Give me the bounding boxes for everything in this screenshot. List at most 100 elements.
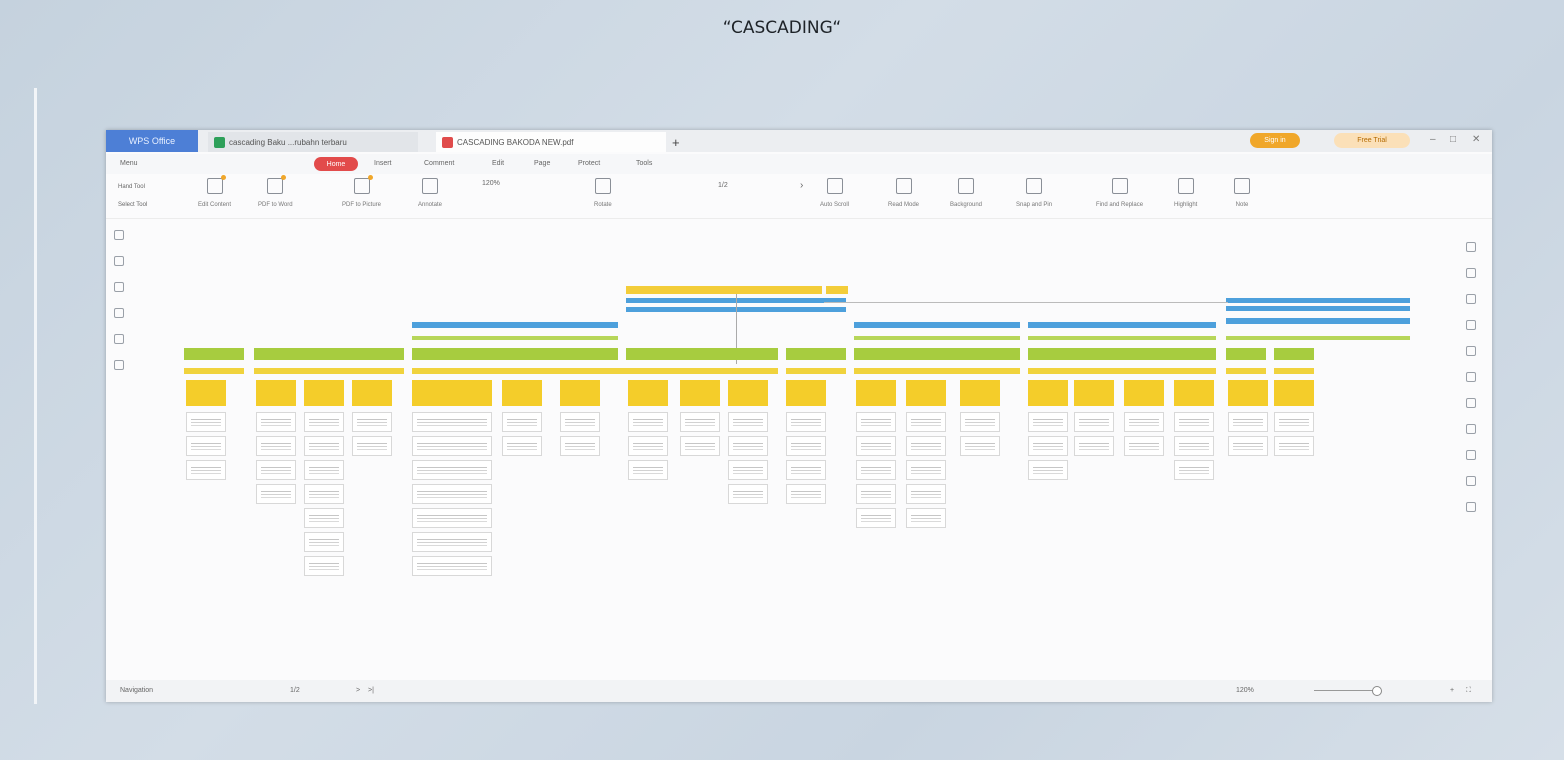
- snap-icon: [1026, 178, 1043, 194]
- diagram-cell: [680, 412, 720, 432]
- diagram-cell: [1274, 436, 1314, 456]
- diagram-box: [1028, 380, 1068, 406]
- menu-item-comment[interactable]: Comment: [424, 160, 454, 167]
- status-zoom[interactable]: 120%: [1236, 687, 1254, 694]
- edit-icon: [206, 175, 226, 194]
- hand-tool-button[interactable]: Hand Tool: [118, 184, 145, 190]
- bookmark-icon[interactable]: [114, 230, 124, 240]
- annotate-icon: [422, 178, 439, 194]
- next-page-icon[interactable]: ›: [800, 180, 803, 191]
- menu-item-page[interactable]: Page: [534, 160, 550, 167]
- share-icon[interactable]: [1466, 424, 1476, 434]
- crop-icon[interactable]: [1466, 346, 1476, 356]
- auto-scroll-button[interactable]: Auto Scroll: [820, 178, 849, 208]
- free-trial-button[interactable]: Free Trial: [1334, 133, 1410, 148]
- diagram-cell: [786, 460, 826, 480]
- page-indicator[interactable]: 1/2: [290, 687, 300, 694]
- diagram-box: [1274, 380, 1314, 406]
- diagram-top-bar: [826, 286, 848, 294]
- property-icon[interactable]: [1466, 242, 1476, 252]
- background-button[interactable]: Background: [950, 178, 982, 208]
- diagram-bar: [1226, 298, 1410, 303]
- zoom-value[interactable]: 120%: [482, 180, 500, 187]
- sign-icon[interactable]: [1466, 372, 1476, 382]
- last-page-icon[interactable]: >|: [368, 687, 374, 694]
- translate-icon[interactable]: [1466, 398, 1476, 408]
- menu-item-tools[interactable]: Tools: [636, 160, 652, 167]
- export-icon[interactable]: [114, 360, 124, 370]
- wps-office-tab[interactable]: WPS Office: [106, 130, 198, 152]
- pdf-to-picture-button[interactable]: PDF to Picture: [342, 175, 381, 208]
- convert-icon[interactable]: [1466, 268, 1476, 278]
- annotate-button[interactable]: Annotate: [418, 178, 442, 208]
- note-button[interactable]: Note: [1234, 178, 1250, 208]
- diagram-box: [352, 380, 392, 406]
- diagram-box: [1124, 380, 1164, 406]
- diagram-green-bar: [1274, 348, 1314, 360]
- diagram-cell: [628, 412, 668, 432]
- menu-item-menu[interactable]: Menu: [120, 160, 138, 167]
- diagram-cell: [560, 436, 600, 456]
- diagram-cell: [186, 412, 226, 432]
- compress-icon[interactable]: [1466, 294, 1476, 304]
- pdf-icon: [442, 136, 453, 148]
- minimize-icon[interactable]: –: [1430, 134, 1436, 145]
- diagram-box: [728, 380, 768, 406]
- read-mode-button[interactable]: Read Mode: [888, 178, 919, 208]
- menu-item-home[interactable]: Home: [314, 157, 358, 171]
- menu-item-protect[interactable]: Protect: [578, 160, 600, 167]
- maximize-icon[interactable]: □: [1450, 134, 1456, 145]
- rotate-button[interactable]: Rotate: [594, 178, 612, 208]
- comment-icon[interactable]: [114, 282, 124, 292]
- diagram-cell: [1228, 412, 1268, 432]
- diagram-cell: [1174, 436, 1214, 456]
- diagram-cell: [502, 436, 542, 456]
- zoom-slider-handle[interactable]: [1372, 686, 1382, 696]
- zoom-slider[interactable]: [1314, 690, 1374, 691]
- diagram-cell: [256, 436, 296, 456]
- diagram-cell: [1174, 460, 1214, 480]
- edit-content-button[interactable]: Edit Content: [198, 175, 231, 208]
- diagram-cell: [560, 412, 600, 432]
- snap-and-pin-button[interactable]: Snap and Pin: [1016, 178, 1052, 208]
- attachment-icon[interactable]: [114, 308, 124, 318]
- diagram-cell: [1228, 436, 1268, 456]
- diagram-yellow-bar: [1028, 368, 1216, 374]
- diagram-cell: [856, 412, 896, 432]
- diagram-cell: [1124, 412, 1164, 432]
- merge-icon[interactable]: [1466, 320, 1476, 330]
- highlight-button[interactable]: Highlight: [1174, 178, 1197, 208]
- diagram-cell: [412, 412, 492, 432]
- tab-spreadsheet[interactable]: cascading Baku ...rubahn terbaru: [208, 132, 418, 152]
- close-icon[interactable]: ✕: [1472, 134, 1480, 145]
- zoom-icon[interactable]: [1466, 476, 1476, 486]
- spreadsheet-icon: [214, 136, 225, 148]
- zoom-in-icon[interactable]: +: [1450, 687, 1454, 694]
- diagram-green-bar: [254, 348, 404, 360]
- menu-item-edit[interactable]: Edit: [492, 160, 504, 167]
- find-replace-button[interactable]: Find and Replace: [1096, 178, 1143, 208]
- navigation-button[interactable]: Navigation: [120, 687, 153, 694]
- diagram-top-bar: [626, 286, 822, 294]
- rotate-icon: [594, 178, 611, 194]
- next-page-icon[interactable]: >: [356, 687, 360, 694]
- plus-icon[interactable]: +: [666, 132, 686, 152]
- select-tool-button[interactable]: Select Tool: [118, 202, 147, 208]
- print-icon[interactable]: [1466, 450, 1476, 460]
- help-icon[interactable]: [1466, 502, 1476, 512]
- diagram-bar: [1028, 336, 1216, 340]
- search-icon[interactable]: [114, 334, 124, 344]
- sign-in-button[interactable]: Sign in: [1250, 133, 1300, 148]
- tab-pdf[interactable]: CASCADING BAKODA NEW.pdf: [436, 132, 666, 152]
- diagram-cell: [1174, 412, 1214, 432]
- menu-item-insert[interactable]: Insert: [374, 160, 392, 167]
- status-bar: Navigation 1/2 > >| 120% + ⛶: [106, 680, 1492, 702]
- thumbnail-icon[interactable]: [114, 256, 124, 266]
- fullscreen-icon[interactable]: ⛶: [1466, 687, 1471, 695]
- diagram-box: [1174, 380, 1214, 406]
- pdf-to-word-button[interactable]: PDF to Word: [258, 175, 293, 208]
- diagram-cell: [186, 460, 226, 480]
- read-mode-icon: [895, 178, 912, 194]
- page-indicator[interactable]: 1/2: [718, 182, 728, 189]
- diagram-box: [856, 380, 896, 406]
